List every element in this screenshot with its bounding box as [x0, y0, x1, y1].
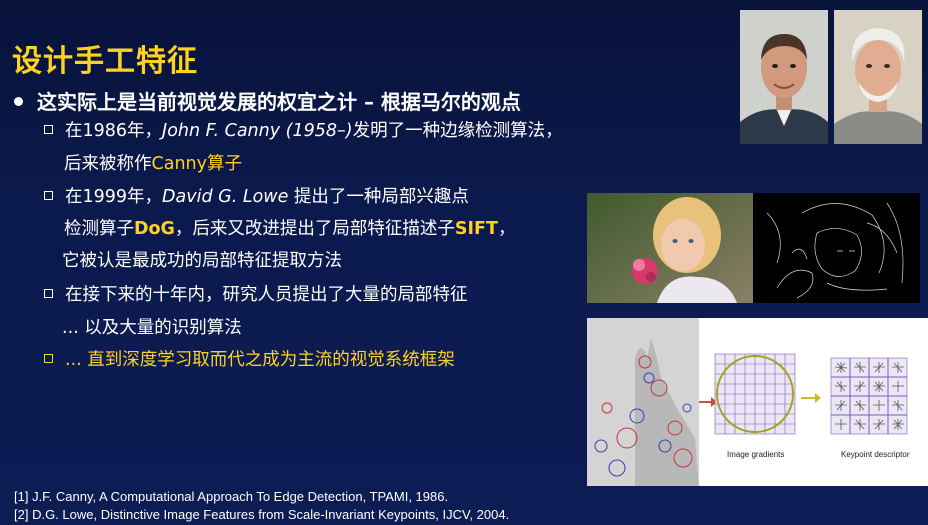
- image-gradients-caption: Image gradients: [727, 450, 785, 459]
- decade-continuation: ... 以及大量的识别算法: [62, 318, 242, 338]
- reference-lowe: [2] D.G. Lowe, Distinctive Image Feature…: [14, 507, 510, 522]
- sift-label: SIFT: [454, 219, 498, 239]
- keypoint-descriptor-caption: Keypoint descriptor: [841, 450, 910, 459]
- slide: 设计手工特征 这实际上是当前视觉发展的权宜之计 – 根据马尔的观点 在1986年…: [0, 0, 928, 525]
- deep-learning-text: ... 直到深度学习取而代之成为主流的视觉系统框架: [65, 350, 455, 370]
- sub-bullet-decade: 在接下来的十年内，研究人员提出了大量的局部特征: [44, 278, 468, 312]
- portrait-lowe: [834, 10, 922, 144]
- main-bullet-text: 这实际上是当前视觉发展的权宜之计 – 根据马尔的观点: [37, 90, 521, 114]
- canny-year: 在1986年，: [65, 121, 163, 141]
- lowe-year: 在1999年，: [65, 187, 163, 207]
- canny-desc: 发明了一种边缘检测算法，: [352, 121, 563, 141]
- dog-label: DoG: [134, 219, 175, 239]
- lowe-detector: 检测算子: [64, 219, 134, 239]
- lowe-desc: 提出了一种局部兴趣点: [288, 187, 469, 207]
- square-bullet-icon: [44, 288, 53, 298]
- square-bullet-icon: [44, 124, 53, 134]
- portrait-canny: [740, 10, 828, 144]
- canny-operator: Canny算子: [151, 154, 242, 174]
- sift-descriptor-figure: Image gradients Keypoint descriptor: [587, 318, 928, 486]
- canny-later: 后来被称作: [64, 154, 152, 174]
- sub-bullet-deep-learning: ... 直到深度学习取而代之成为主流的视觉系统框架: [44, 343, 455, 377]
- square-bullet-icon: [44, 190, 53, 200]
- lowe-name: David G. Lowe: [162, 187, 289, 207]
- square-bullet-icon: [44, 353, 53, 363]
- reference-canny: [1] J.F. Canny, A Computational Approach…: [14, 489, 449, 504]
- canny-name: John F. Canny (1958–): [162, 121, 353, 141]
- lowe-continuation-1: 检测算子DoG，后来又改进提出了局部特征描述子SIFT，: [64, 212, 515, 246]
- sub-bullet-lowe: 在1999年，David G. Lowe 提出了一种局部兴趣点: [44, 180, 469, 214]
- slide-title: 设计手工特征: [12, 44, 198, 79]
- decade-text: 在接下来的十年内，研究人员提出了大量的局部特征: [65, 285, 468, 305]
- bullet-dot-icon: [14, 97, 23, 106]
- lowe-continuation-2: 它被认是最成功的局部特征提取方法: [62, 251, 342, 271]
- canny-example-images: [587, 193, 920, 303]
- lowe-improved: ，后来又改进提出了局部特征描述子: [174, 219, 455, 239]
- canny-continuation: 后来被称作Canny算子: [64, 147, 242, 181]
- lowe-comma: ，: [497, 219, 516, 239]
- references: [1] J.F. Canny, A Computational Approach…: [14, 488, 509, 524]
- sub-bullet-canny: 在1986年，John F. Canny (1958–)发明了一种边缘检测算法，: [44, 114, 563, 148]
- main-bullet: 这实际上是当前视觉发展的权宜之计 – 根据马尔的观点: [14, 86, 521, 115]
